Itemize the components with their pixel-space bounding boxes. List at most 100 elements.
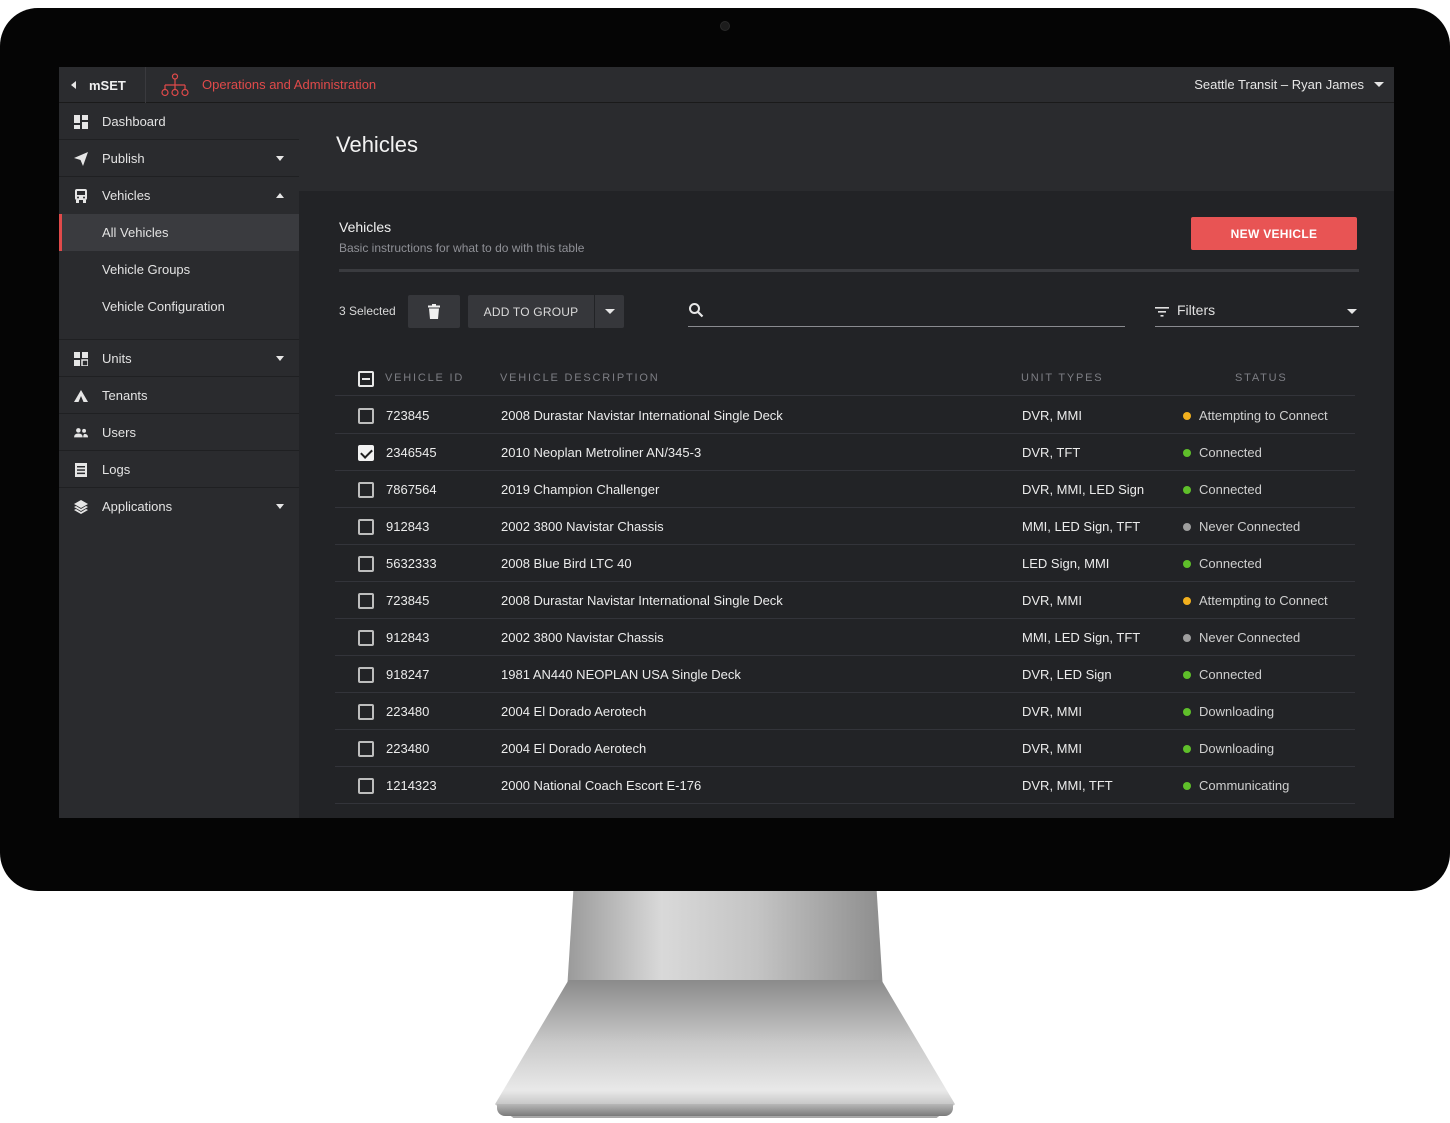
delete-button[interactable] bbox=[408, 295, 460, 328]
column-header-vehicle-description[interactable]: VEHICLE DESCRIPTION bbox=[500, 372, 660, 384]
new-vehicle-button[interactable]: NEW VEHICLE bbox=[1191, 217, 1357, 250]
status-cell: Never Connected bbox=[1183, 519, 1300, 534]
row-checkbox[interactable] bbox=[358, 630, 374, 646]
filter-icon bbox=[1155, 307, 1169, 317]
table-row[interactable]: 912843 2002 3800 Navistar Chassis MMI, LED… bbox=[335, 619, 1355, 656]
status-cell: Attempting to Connect bbox=[1183, 408, 1328, 423]
column-header-vehicle-id[interactable]: VEHICLE ID bbox=[385, 372, 464, 384]
sidebar-item-label: Vehicles bbox=[102, 188, 151, 203]
sidebar-subitem-vehicle-configuration[interactable]: Vehicle Configuration bbox=[59, 288, 299, 325]
vehicle-description-cell: 2002 3800 Navistar Chassis bbox=[501, 519, 664, 534]
status-label: Downloading bbox=[1199, 704, 1275, 719]
units-icon bbox=[74, 352, 88, 366]
sidebar-subitem-vehicle-groups[interactable]: Vehicle Groups bbox=[59, 251, 299, 288]
row-checkbox[interactable] bbox=[358, 445, 374, 461]
row-checkbox[interactable] bbox=[358, 741, 374, 757]
column-header-status[interactable]: STATUS bbox=[1235, 372, 1288, 384]
vehicle-id-cell: 723845 bbox=[386, 408, 430, 423]
sidebar-item-applications[interactable]: Applications bbox=[59, 488, 299, 525]
status-dot-icon bbox=[1183, 707, 1191, 716]
row-checkbox[interactable] bbox=[358, 704, 374, 720]
table-row[interactable]: 7867564 2019 Champion Challenger DVR, MMI,… bbox=[335, 471, 1355, 508]
table-row[interactable]: 723845 2008 Durastar Navistar Internation… bbox=[335, 582, 1355, 619]
status-dot-icon bbox=[1183, 411, 1191, 420]
status-dot-icon bbox=[1183, 522, 1191, 531]
status-dot-icon bbox=[1183, 633, 1191, 642]
tent-icon bbox=[74, 390, 88, 402]
status-cell: Downloading bbox=[1183, 704, 1274, 719]
table-row[interactable]: 223480 2004 El Dorado Aerotech DVR, MMI Dow… bbox=[335, 693, 1355, 730]
status-cell: Connected bbox=[1183, 445, 1262, 460]
column-header-unit-types[interactable]: UNIT TYPES bbox=[1021, 372, 1103, 384]
row-checkbox[interactable] bbox=[358, 556, 374, 572]
sidebar-item-tenants[interactable]: Tenants bbox=[59, 377, 299, 414]
table-row[interactable]: 223480 2004 El Dorado Aerotech DVR, MMI Dow… bbox=[335, 730, 1355, 767]
trash-icon bbox=[428, 304, 440, 319]
unit-types-cell: DVR, MMI bbox=[1022, 741, 1082, 756]
status-label: Connected bbox=[1199, 482, 1262, 497]
table-row[interactable]: 918247 1981 AN440 NEOPLAN USA Single Deck… bbox=[335, 656, 1355, 693]
layers-icon bbox=[74, 500, 88, 514]
sidebar-item-logs[interactable]: Logs bbox=[59, 451, 299, 488]
vehicle-id-cell: 223480 bbox=[386, 741, 430, 756]
search-field bbox=[688, 294, 1125, 327]
status-cell: Attempting to Connect bbox=[1183, 593, 1328, 608]
vehicle-description-cell: 2004 El Dorado Aerotech bbox=[501, 741, 647, 756]
sidebar-item-units[interactable]: Units bbox=[59, 340, 299, 377]
table-row[interactable]: 912843 2002 3800 Navistar Chassis MMI, LED… bbox=[335, 508, 1355, 545]
bus-icon bbox=[75, 189, 87, 203]
add-to-group-dropdown-button[interactable] bbox=[595, 295, 624, 328]
row-checkbox[interactable] bbox=[358, 778, 374, 794]
account-menu[interactable]: Seattle Transit – Ryan James bbox=[1194, 77, 1384, 92]
camera-dot bbox=[720, 21, 730, 31]
selected-count: 3 Selected bbox=[339, 304, 396, 318]
app-name: mSET bbox=[89, 77, 126, 93]
status-dot-icon bbox=[1183, 596, 1191, 605]
status-dot-icon bbox=[1183, 744, 1191, 753]
row-checkbox[interactable] bbox=[358, 482, 374, 498]
table-row[interactable]: 723845 2008 Durastar Navistar Internation… bbox=[335, 397, 1355, 434]
search-input[interactable] bbox=[712, 300, 1112, 322]
select-all-checkbox[interactable] bbox=[358, 371, 374, 387]
card-title: Vehicles bbox=[339, 219, 392, 235]
status-cell: Connected bbox=[1183, 556, 1262, 571]
row-checkbox[interactable] bbox=[358, 667, 374, 683]
monitor-stand-foot bbox=[497, 1104, 953, 1116]
org-chart-icon bbox=[161, 73, 189, 97]
unit-types-cell: MMI, LED Sign, TFT bbox=[1022, 630, 1141, 645]
table-row[interactable]: 2346545 2010 Neoplan Metroliner AN/345-3 D… bbox=[335, 434, 1355, 471]
row-checkbox[interactable] bbox=[358, 408, 374, 424]
table-row[interactable]: 1214323 2000 National Coach Escort E-176 D… bbox=[335, 767, 1355, 804]
status-label: Attempting to Connect bbox=[1199, 593, 1328, 608]
status-dot-icon bbox=[1183, 559, 1191, 568]
status-label: Attempting to Connect bbox=[1199, 408, 1328, 423]
vehicle-description-cell: 2019 Champion Challenger bbox=[501, 482, 660, 497]
unit-types-cell: DVR, LED Sign bbox=[1022, 667, 1112, 682]
add-to-group-button[interactable]: ADD TO GROUP bbox=[468, 295, 594, 328]
vehicle-description-cell: 2008 Durastar Navistar International Sin… bbox=[501, 593, 783, 608]
status-dot-icon bbox=[1183, 485, 1191, 494]
sidebar-subitem-all-vehicles[interactable]: All Vehicles bbox=[59, 214, 299, 251]
sidebar-item-label: Publish bbox=[102, 150, 145, 166]
filters-dropdown[interactable]: Filters bbox=[1155, 294, 1359, 327]
app-screen: mSET Operations and Administration Seatt… bbox=[59, 67, 1394, 818]
row-checkbox[interactable] bbox=[358, 519, 374, 535]
sidebar-item-vehicles[interactable]: Vehicles bbox=[59, 177, 299, 214]
sidebar-item-dashboard[interactable]: Dashboard bbox=[59, 103, 299, 140]
card-subtitle: Basic instructions for what to do with t… bbox=[339, 241, 585, 255]
app-switcher-button[interactable]: mSET bbox=[59, 67, 146, 103]
vehicle-id-cell: 1214323 bbox=[386, 778, 437, 793]
dashboard-icon bbox=[74, 115, 88, 129]
users-icon bbox=[74, 428, 88, 438]
unit-types-cell: DVR, MMI bbox=[1022, 704, 1082, 719]
status-cell: Downloading bbox=[1183, 741, 1274, 756]
table-row[interactable]: 5632333 2008 Blue Bird LTC 40 LED Sign, MM… bbox=[335, 545, 1355, 582]
status-dot-icon bbox=[1183, 448, 1191, 457]
sidebar-item-users[interactable]: Users bbox=[59, 414, 299, 451]
sidebar-item-label: Applications bbox=[102, 499, 173, 514]
sidebar-item-publish[interactable]: Publish bbox=[59, 140, 299, 177]
sidebar-item-label: Units bbox=[102, 350, 132, 366]
row-checkbox[interactable] bbox=[358, 593, 374, 609]
vehicle-description-cell: 2008 Blue Bird LTC 40 bbox=[501, 556, 632, 571]
chevron-down-icon bbox=[1347, 309, 1357, 314]
